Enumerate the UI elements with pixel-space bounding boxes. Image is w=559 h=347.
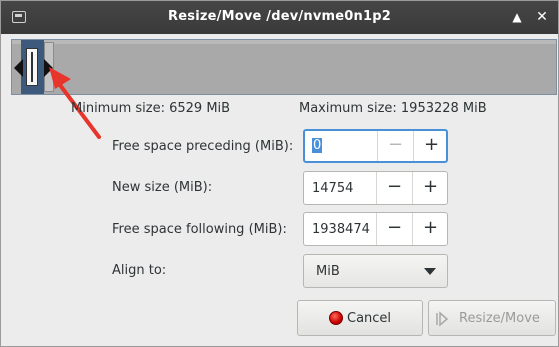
keep-above-button[interactable]: ▲ [507, 7, 527, 27]
cancel-button[interactable]: Cancel [297, 300, 423, 336]
title-bar[interactable]: Resize/Move /dev/nvme0n1p2 ▲ ✕ [1, 1, 558, 34]
free-space-preceding-value[interactable]: 0 [312, 138, 323, 153]
close-button[interactable]: ✕ [532, 7, 552, 27]
new-size-spinner[interactable]: − + [303, 171, 448, 205]
minimum-size-label: Minimum size: 6529 MiB [71, 101, 231, 116]
resize-move-button-label: Resize/Move [459, 311, 540, 326]
free-space-following-input[interactable] [312, 222, 374, 237]
new-size-label: New size (MiB): [112, 180, 213, 195]
resize-move-icon [436, 311, 449, 327]
chevron-down-icon [424, 268, 436, 275]
preceding-increment-button[interactable]: + [413, 131, 449, 161]
cancel-button-label: Cancel [347, 311, 392, 326]
preceding-decrement-button[interactable]: − [377, 131, 413, 161]
resize-move-button[interactable]: Resize/Move [428, 300, 556, 336]
graphic-top-edge [12, 40, 556, 44]
align-to-value: MiB [316, 264, 340, 279]
left-resize-handle-icon[interactable] [14, 59, 23, 77]
resize-move-dialog: Resize/Move /dev/nvme0n1p2 ▲ ✕ Minimum s… [0, 0, 559, 347]
window-title: Resize/Move /dev/nvme0n1p2 [168, 9, 391, 24]
used-space-indicator [26, 48, 38, 86]
cancel-icon [329, 311, 343, 325]
align-to-dropdown[interactable]: MiB [303, 254, 448, 288]
new-size-increment-button[interactable]: + [412, 172, 448, 204]
free-space-following-label: Free space following (MiB): [112, 222, 287, 237]
new-size-input[interactable] [312, 181, 374, 196]
free-space-following-spinner[interactable]: − + [303, 212, 448, 246]
following-increment-button[interactable]: + [412, 213, 448, 245]
free-space-preceding-spinner[interactable]: 0 − + [303, 129, 448, 163]
free-space-preceding-label: Free space preceding (MiB): [112, 139, 294, 154]
align-to-label: Align to: [112, 263, 167, 278]
maximum-size-label: Maximum size: 1953228 MiB [299, 101, 487, 116]
new-size-decrement-button[interactable]: − [376, 172, 412, 204]
following-decrement-button[interactable]: − [376, 213, 412, 245]
